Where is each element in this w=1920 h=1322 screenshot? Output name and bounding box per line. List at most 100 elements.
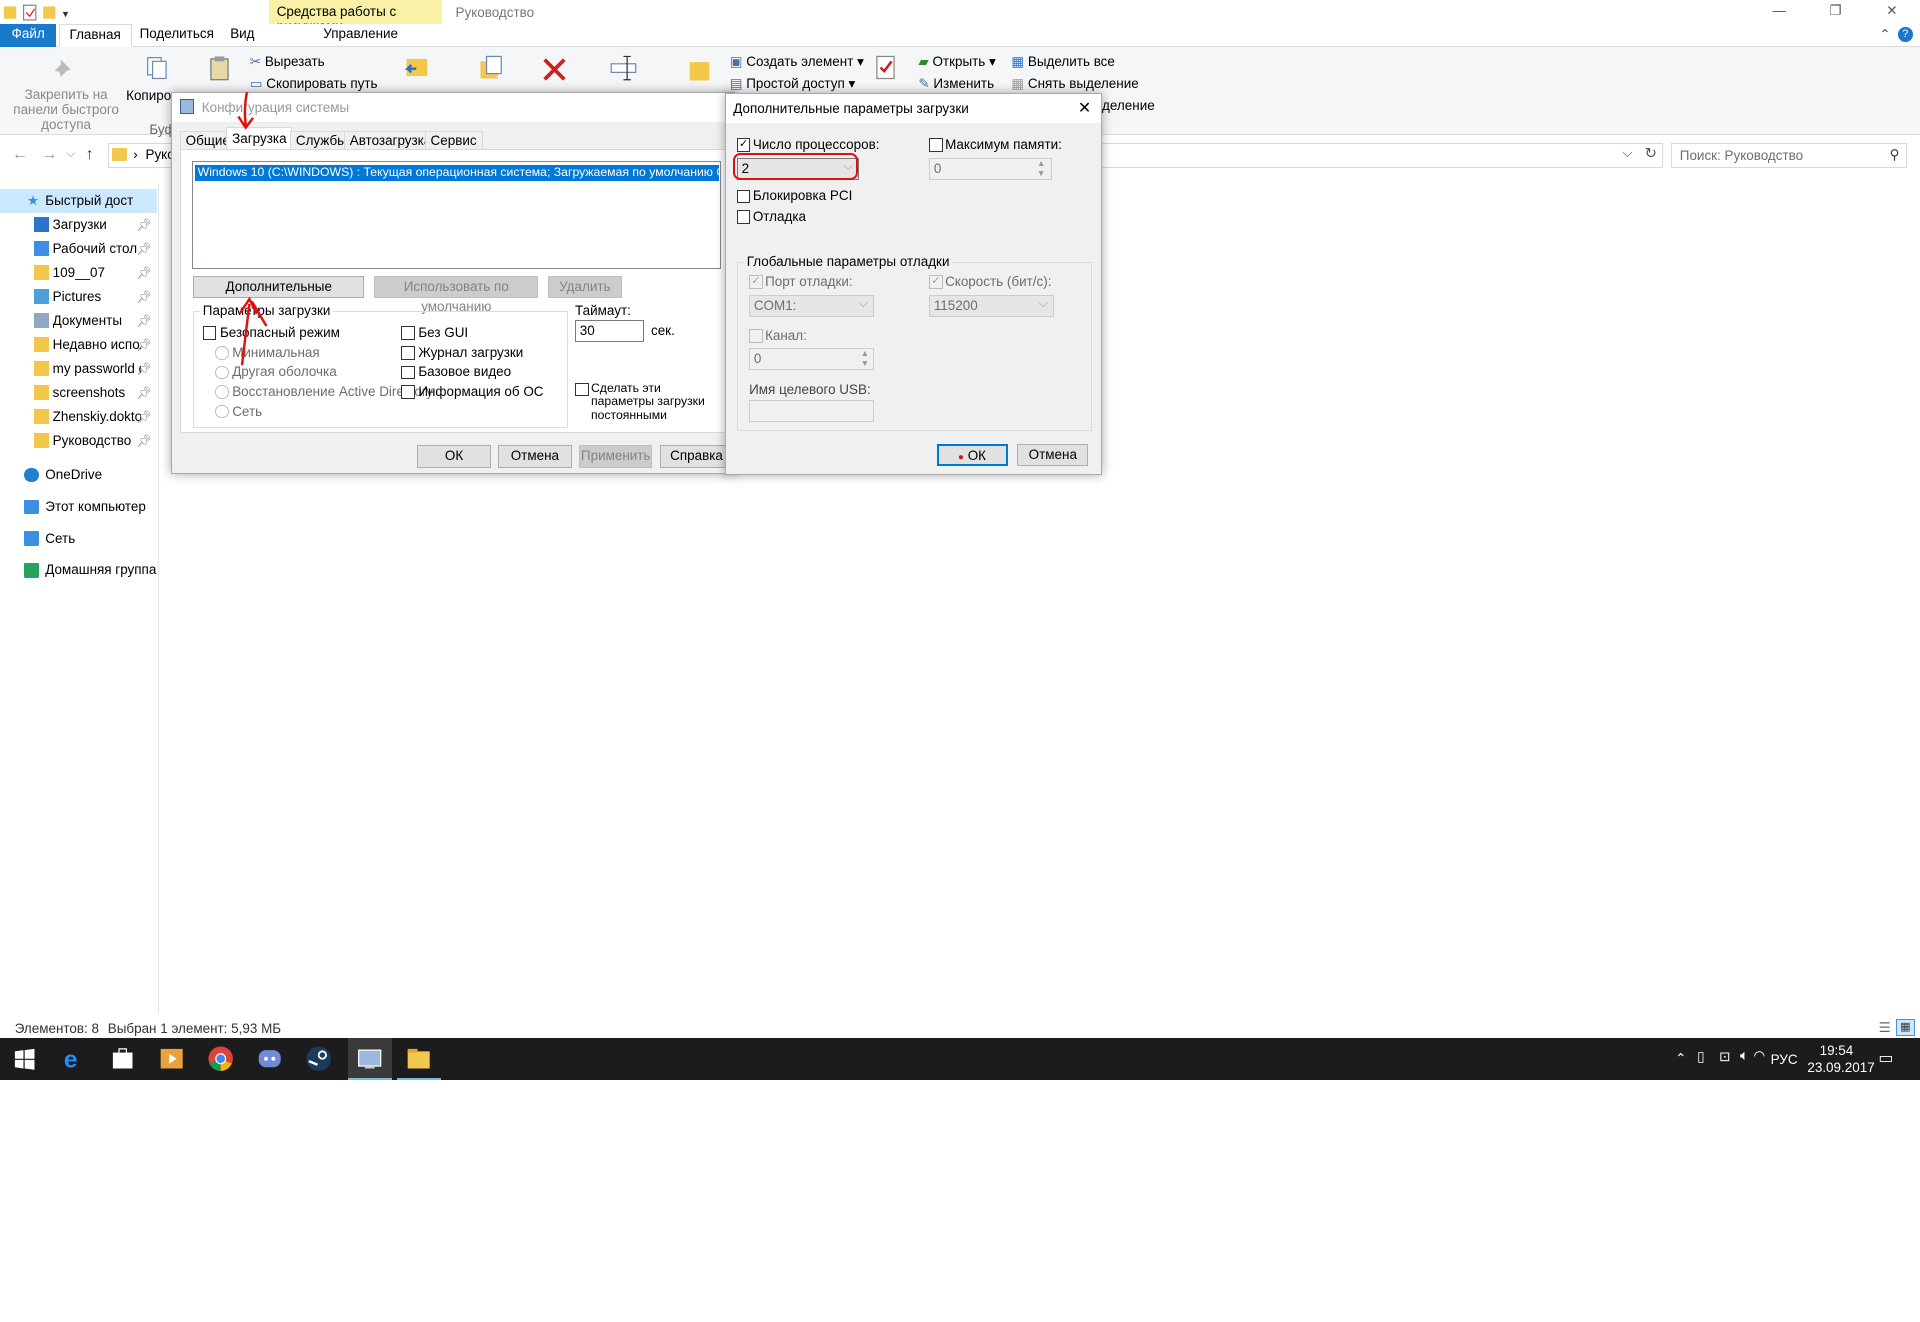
pci-lock-checkbox[interactable]	[736, 189, 751, 204]
debug-port-select[interactable]: COM1:	[749, 293, 875, 317]
channel-checkbox[interactable]	[749, 329, 763, 343]
safe-boot-checkbox[interactable]	[202, 326, 217, 340]
select-none-button[interactable]: ▦ Снять выделение	[1011, 76, 1138, 92]
minimize-icon[interactable]: —	[1751, 0, 1807, 24]
sidebar-root-item[interactable]: Сеть	[0, 527, 157, 551]
pin-quick-access-button[interactable]: Закрепить на панели быстрого доступа	[5, 87, 127, 132]
cancel-button[interactable]: Отмена	[498, 445, 572, 468]
edge-icon[interactable]: e	[59, 1044, 88, 1074]
boot-log-checkbox[interactable]	[401, 346, 415, 360]
tab-share[interactable]: Поделиться	[130, 24, 224, 46]
spinner-arrows-icon[interactable]: ▲ ▼	[1037, 158, 1045, 179]
invert-selection-button[interactable]: деление	[1102, 98, 1155, 113]
tab-view[interactable]: Вид	[220, 24, 264, 46]
show-hidden-icons-icon[interactable]: ⌃	[1675, 1051, 1686, 1067]
clock-time[interactable]: 19:54	[1820, 1043, 1854, 1058]
num-processors-checkbox[interactable]: ✓	[736, 138, 751, 152]
new-item-button[interactable]: ▣ Создать элемент ▾	[730, 54, 864, 70]
base-video-checkbox[interactable]	[401, 365, 415, 380]
sidebar-item[interactable]: Pictures 📌︎	[0, 285, 157, 309]
tab-home[interactable]: Главная	[58, 24, 132, 47]
set-default-button[interactable]: Использовать по умолчанию	[374, 276, 539, 314]
delete-icon[interactable]	[541, 56, 568, 83]
pin-icon[interactable]: 📌︎	[136, 213, 152, 237]
chrome-icon[interactable]	[206, 1044, 235, 1073]
tab-tools[interactable]: Сервис	[424, 130, 483, 151]
media-player-icon[interactable]	[157, 1044, 186, 1073]
pin-icon[interactable]: 📌︎	[136, 429, 152, 453]
timeout-input[interactable]: 30	[575, 320, 644, 343]
copy-to-icon[interactable]	[478, 54, 505, 81]
ok-button[interactable]: ● ОК	[936, 444, 1008, 467]
sidebar-item[interactable]: Zhenskiy.doktor. 📌︎	[0, 405, 157, 429]
sidebar-item[interactable]: my passworld dc📌︎	[0, 357, 157, 381]
close-icon[interactable]: ✕	[1078, 94, 1091, 123]
quick-access-toolbar-icon[interactable]: ▾	[3, 4, 77, 21]
breadcrumb[interactable]: Руко	[145, 147, 174, 162]
tab-manage[interactable]: Управление	[313, 24, 407, 46]
move-to-icon[interactable]	[404, 54, 431, 81]
pin-icon[interactable]: 📌︎	[136, 381, 152, 405]
wifi-icon[interactable]: ◠	[1753, 1048, 1765, 1064]
easy-access-button[interactable]: ▤ Простой доступ ▾	[730, 76, 855, 92]
picture-tools-context-tab[interactable]: Средства работы с рисунками	[269, 0, 443, 34]
os-info-checkbox[interactable]	[401, 385, 415, 399]
sidebar-item[interactable]: Документы 📌︎	[0, 309, 157, 333]
up-arrow-icon[interactable]: ↑	[86, 146, 94, 164]
baud-rate-checkbox[interactable]: ✓	[929, 275, 943, 289]
sidebar-root-item[interactable]: OneDrive	[0, 463, 157, 487]
refresh-icon[interactable]: ↻	[1645, 145, 1657, 162]
network-icon[interactable]: ⊡	[1719, 1049, 1730, 1065]
sidebar-item[interactable]: ★ Быстрый доступ	[0, 188, 157, 214]
taskbar-msconfig-active[interactable]	[347, 1038, 392, 1080]
taskbar-explorer[interactable]	[396, 1038, 441, 1080]
edit-button[interactable]: ✎ Изменить	[918, 76, 994, 92]
channel-input[interactable]: 0	[749, 347, 875, 370]
delete-button[interactable]: Удалить	[548, 276, 622, 299]
apply-button[interactable]: Применить	[578, 445, 653, 468]
language-indicator[interactable]: РУС	[1771, 1052, 1798, 1067]
sidebar-item[interactable]: Рабочий стол 📌︎	[0, 237, 157, 261]
spinner-arrows-icon[interactable]: ▲ ▼	[861, 348, 869, 369]
tab-startup[interactable]: Автозагрузка	[343, 130, 438, 151]
usb-device-icon[interactable]: ▯	[1697, 1049, 1704, 1065]
chevron-up-icon[interactable]: ⌃	[1879, 27, 1890, 43]
close-icon[interactable]: ✕	[1864, 0, 1920, 24]
steam-icon[interactable]	[304, 1044, 333, 1073]
rename-icon[interactable]	[610, 54, 637, 81]
large-icons-view-icon[interactable]: ▦	[1895, 1018, 1916, 1036]
cancel-button[interactable]: Отмена	[1017, 444, 1089, 467]
pin-icon[interactable]: 📌︎	[136, 333, 152, 357]
restore-icon[interactable]: ❐	[1807, 0, 1863, 24]
back-arrow-icon[interactable]: ←	[12, 146, 28, 164]
help-icon[interactable]: ?	[1897, 26, 1913, 42]
network-radio[interactable]	[215, 404, 229, 419]
pin-icon[interactable]: 📌︎	[136, 309, 152, 333]
sidebar-item[interactable]: 109__07 📌︎	[0, 261, 157, 285]
sidebar-item[interactable]: Недавно исполw📌︎	[0, 333, 157, 357]
help-button[interactable]: Справка	[659, 445, 734, 468]
usb-target-input[interactable]	[749, 400, 875, 423]
pin-icon[interactable]: 📌︎	[136, 261, 152, 285]
address-dropdown-icon[interactable]: ⌵	[1622, 145, 1632, 161]
open-button[interactable]: ▰ Открыть ▾	[918, 54, 995, 70]
pin-icon[interactable]: 📌︎	[136, 285, 152, 309]
sidebar-item[interactable]: Руководство 📌︎	[0, 429, 157, 453]
cut-button[interactable]: ✂ Вырезать	[250, 54, 325, 70]
max-memory-input[interactable]: 0	[929, 157, 1052, 180]
pin-icon[interactable]: 📌︎	[136, 405, 152, 429]
max-memory-checkbox[interactable]	[929, 138, 943, 152]
properties-icon[interactable]	[872, 54, 899, 81]
select-all-button[interactable]: ▦ Выделить все	[1011, 54, 1114, 70]
clock-date[interactable]: 23.09.2017	[1807, 1060, 1874, 1075]
baud-rate-select[interactable]: 115200	[929, 293, 1055, 317]
forward-arrow-icon[interactable]: →	[42, 146, 58, 164]
tab-file[interactable]: Файл	[0, 24, 57, 47]
details-view-icon[interactable]: ☰	[1879, 1020, 1891, 1036]
new-folder-icon[interactable]	[686, 56, 713, 83]
windows-start-icon[interactable]	[10, 1044, 39, 1073]
pin-icon[interactable]: 📌︎	[136, 357, 152, 381]
ok-button[interactable]: ОК	[417, 445, 491, 468]
volume-icon[interactable]: 🔈︎	[1740, 1048, 1749, 1064]
search-input[interactable]: Поиск: Руководство ⚲	[1671, 143, 1907, 168]
